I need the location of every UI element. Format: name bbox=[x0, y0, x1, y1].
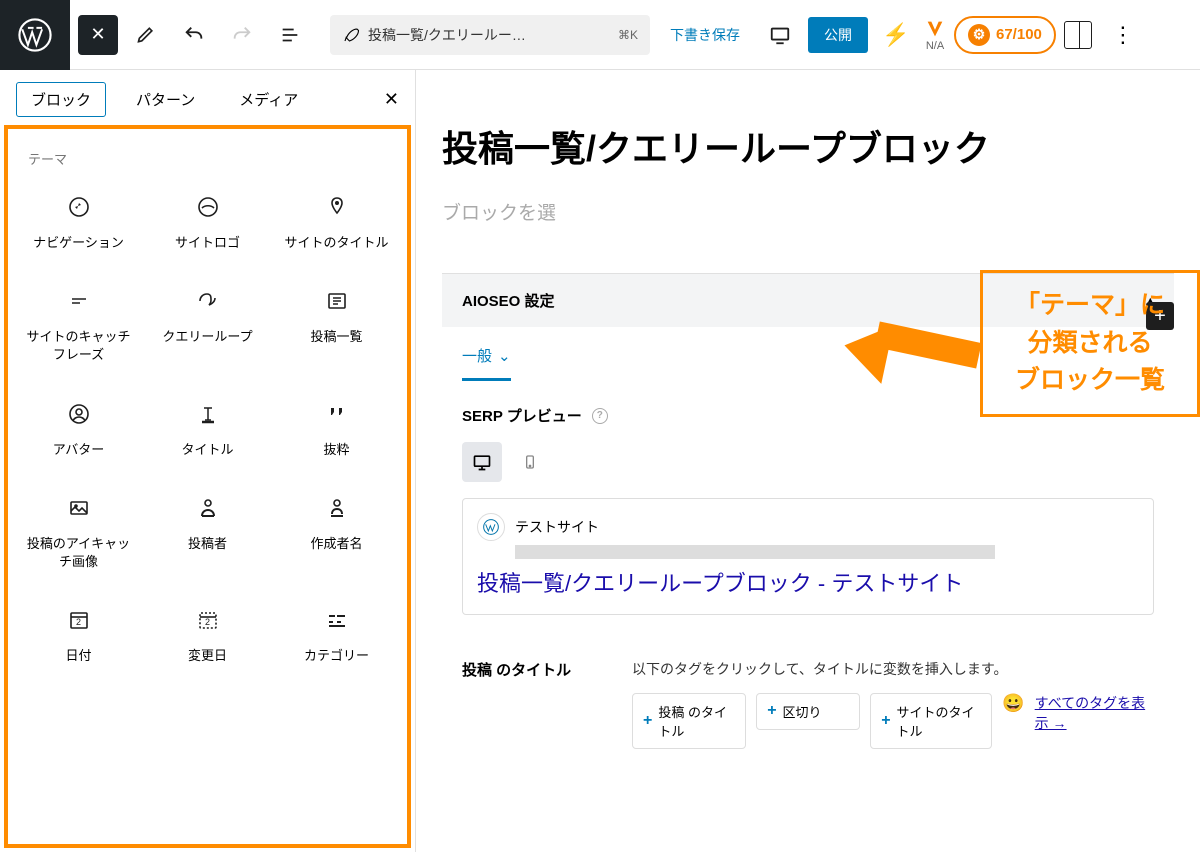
inserter-tabs: ブロック パターン メディア ✕ bbox=[0, 70, 415, 125]
post-title[interactable]: 投稿一覧/クエリーループブロック bbox=[442, 70, 1174, 192]
edit-icon[interactable] bbox=[126, 15, 166, 55]
block-inserter-panel: ブロック パターン メディア ✕ テーマ ナビゲーション サイトロゴ サイトのタ… bbox=[0, 70, 416, 852]
preview-icon[interactable] bbox=[760, 15, 800, 55]
svg-text:2: 2 bbox=[76, 617, 81, 627]
block-author[interactable]: 投稿者 bbox=[145, 477, 270, 585]
view-all-tags-link[interactable]: すべてのタグを表示 → bbox=[1035, 693, 1154, 733]
block-site-title[interactable]: サイトのタイトル bbox=[274, 176, 399, 266]
serp-preview-card: テストサイト 投稿一覧/クエリーループブロック - テストサイト bbox=[462, 498, 1154, 615]
redo-icon[interactable] bbox=[222, 15, 262, 55]
seo-score-badge[interactable]: ⚙ 67/100 bbox=[954, 16, 1056, 54]
block-avatar[interactable]: アバター bbox=[16, 383, 141, 473]
feather-icon bbox=[342, 26, 360, 44]
yoast-badge[interactable]: N/A bbox=[924, 18, 946, 52]
wordpress-logo[interactable] bbox=[0, 0, 70, 70]
block-featured-image[interactable]: 投稿のアイキャッチ画像 bbox=[16, 477, 141, 585]
list-view-icon[interactable] bbox=[270, 15, 310, 55]
command-palette[interactable]: 投稿一覧/クエリールー… ⌘K bbox=[330, 15, 650, 55]
serp-url-placeholder bbox=[515, 545, 995, 559]
tag-separator[interactable]: +区切り bbox=[756, 693, 860, 730]
inserter-body: テーマ ナビゲーション サイトロゴ サイトのタイトル サイトのキャッチフレーズ bbox=[4, 125, 411, 848]
block-date[interactable]: 2 日付 bbox=[16, 589, 141, 679]
block-author-name[interactable]: 作成者名 bbox=[274, 477, 399, 585]
top-toolbar: ✕ 投稿一覧/クエリールー… ⌘K 下書き保存 公開 ⚡ N/A ⚙ 67/10… bbox=[0, 0, 1200, 70]
save-draft-link[interactable]: 下書き保存 bbox=[670, 25, 740, 45]
more-options-icon[interactable]: ⋮ bbox=[1100, 22, 1146, 48]
block-navigation[interactable]: ナビゲーション bbox=[16, 176, 141, 266]
block-post-list[interactable]: 投稿一覧 bbox=[274, 270, 399, 378]
serp-site-name: テストサイト bbox=[515, 517, 599, 537]
block-excerpt[interactable]: 抜粋 bbox=[274, 383, 399, 473]
block-tagline[interactable]: サイトのキャッチフレーズ bbox=[16, 270, 141, 378]
chevron-down-icon: ⌄ bbox=[498, 347, 511, 365]
tab-patterns[interactable]: パターン bbox=[122, 83, 209, 116]
wordpress-favicon-icon bbox=[477, 513, 505, 541]
post-title-field-label: 投稿 のタイトル bbox=[462, 659, 602, 749]
gear-icon: ⚙ bbox=[968, 24, 990, 46]
undo-icon[interactable] bbox=[174, 15, 214, 55]
title-help-text: 以下のタグをクリックして、タイトルに変数を挿入します。 bbox=[632, 659, 1154, 679]
block-site-logo[interactable]: サイトロゴ bbox=[145, 176, 270, 266]
performance-icon[interactable]: ⚡ bbox=[876, 15, 916, 55]
close-icon[interactable]: ✕ bbox=[384, 89, 399, 110]
block-modified-date[interactable]: 2 変更日 bbox=[145, 589, 270, 679]
publish-button[interactable]: 公開 bbox=[808, 17, 868, 53]
tab-blocks[interactable]: ブロック bbox=[16, 82, 106, 117]
help-icon[interactable]: ? bbox=[592, 408, 608, 424]
block-title[interactable]: タイトル bbox=[145, 383, 270, 473]
command-text: 投稿一覧/クエリールー… bbox=[368, 25, 610, 45]
annotation-callout: 「テーマ」に分類される ブロック一覧 bbox=[980, 270, 1200, 417]
emoji-picker-icon[interactable]: 😀 bbox=[1002, 693, 1024, 714]
tab-general[interactable]: 一般 ⌄ bbox=[462, 345, 511, 381]
tab-media[interactable]: メディア bbox=[225, 83, 312, 116]
block-category[interactable]: カテゴリー bbox=[274, 589, 399, 679]
close-inserter-button[interactable]: ✕ bbox=[78, 15, 118, 55]
tag-site-title[interactable]: +サイトのタイトル bbox=[870, 693, 992, 749]
block-placeholder[interactable]: ブロックを選 bbox=[442, 192, 1174, 253]
svg-text:2: 2 bbox=[205, 617, 210, 627]
editor-canvas: 投稿一覧/クエリーループブロック ブロックを選 + 「テーマ」に分類される ブロ… bbox=[416, 70, 1200, 852]
section-theme-label: テーマ bbox=[16, 141, 399, 176]
command-shortcut: ⌘K bbox=[618, 28, 638, 42]
tag-post-title[interactable]: +投稿 のタイトル bbox=[632, 693, 746, 749]
desktop-preview-button[interactable] bbox=[462, 442, 502, 482]
block-query-loop[interactable]: クエリーループ bbox=[145, 270, 270, 378]
serp-title: 投稿一覧/クエリーループブロック - テストサイト bbox=[477, 569, 1139, 600]
sidebar-toggle-icon[interactable] bbox=[1064, 21, 1092, 49]
mobile-preview-button[interactable] bbox=[510, 442, 550, 482]
